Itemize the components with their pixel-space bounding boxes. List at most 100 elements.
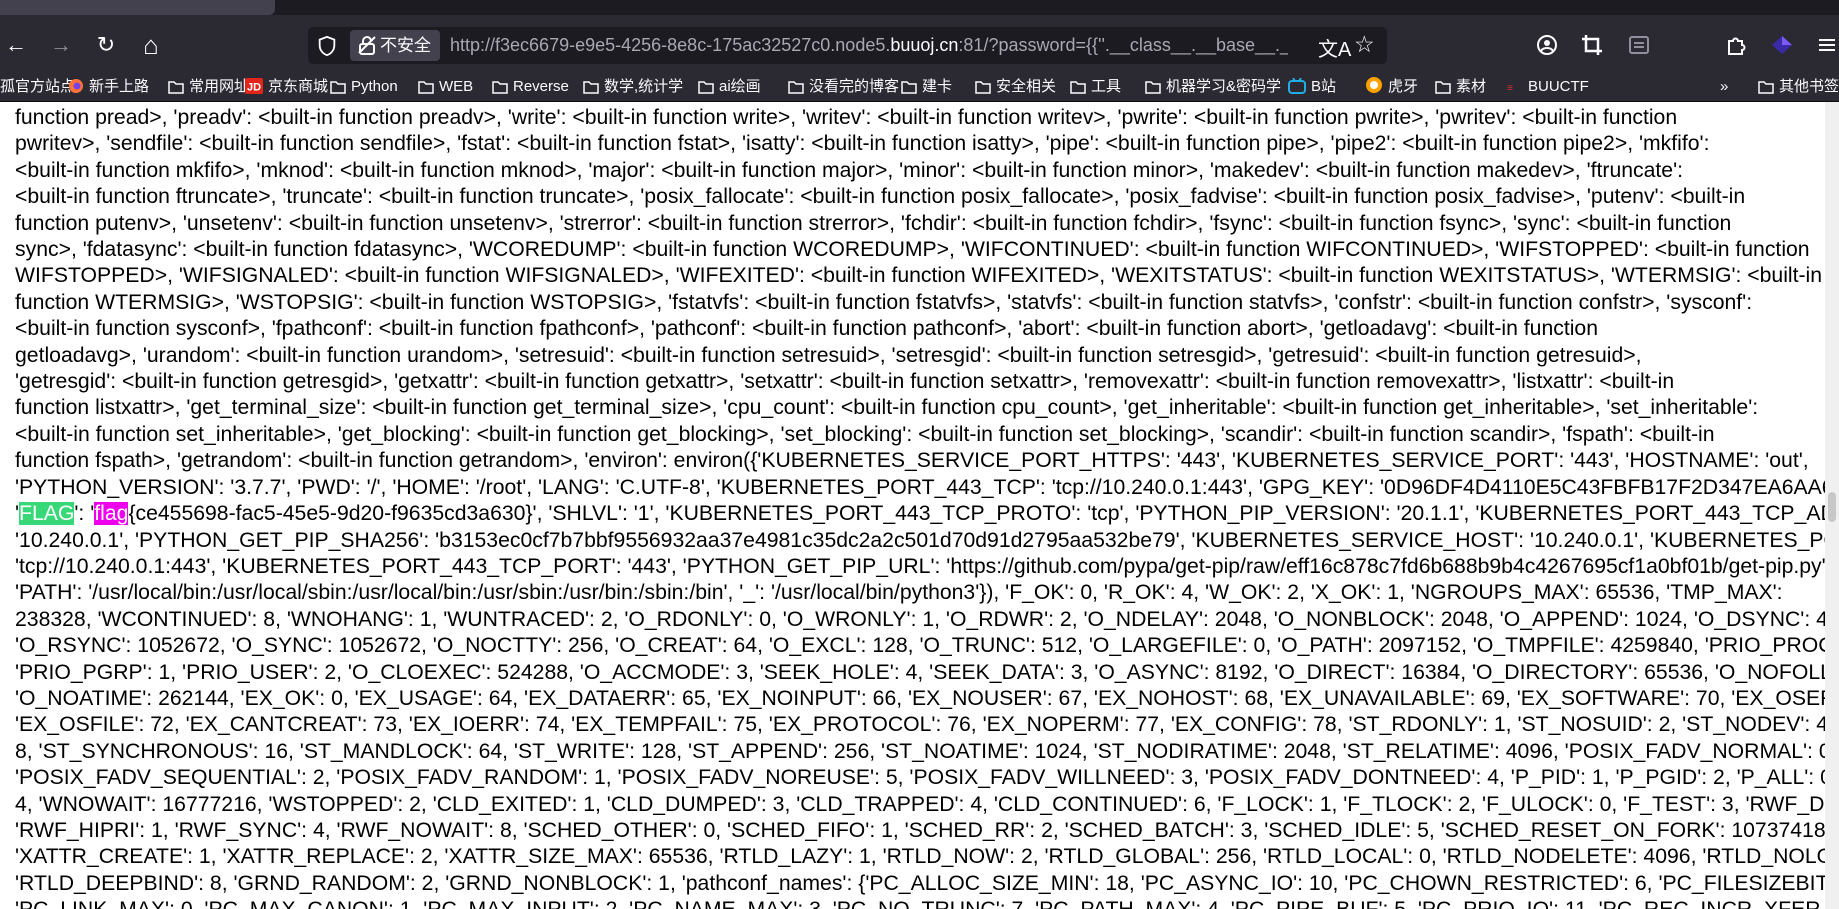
dump-line: 'tcp://10.240.0.1:443', 'KUBERNETES_PORT… <box>15 554 1825 578</box>
theme-icon[interactable] <box>1767 30 1797 60</box>
find-highlight-flag-upper: FLAG <box>19 502 75 526</box>
dump-line: '10.240.0.1', 'PYTHON_GET_PIP_SHA256': '… <box>15 528 1825 552</box>
bookmark-item[interactable]: 虎牙 <box>1365 75 1418 101</box>
dump-line: 'O_RSYNC': 1052672, 'O_SYNC': 1052672, '… <box>15 634 1825 658</box>
scroll-thumb[interactable] <box>1828 492 1836 522</box>
jd-icon: JD <box>245 78 263 101</box>
bookmark-label: 新手上路 <box>89 78 150 95</box>
bookmark-label: Python <box>351 78 398 95</box>
bookmark-item[interactable]: 工具 <box>1070 75 1121 101</box>
dump-line: 'PYTHON_VERSION': '3.7.7', 'PWD': '/', '… <box>15 475 1825 499</box>
account-icon[interactable] <box>1532 30 1562 60</box>
tracking-shield-icon[interactable] <box>316 35 338 57</box>
dump-line: 'PRIO_PGRP': 1, 'PRIO_USER': 2, 'O_CLOEX… <box>15 660 1825 684</box>
bookmark-label: 没看完的博客 <box>809 78 900 95</box>
crop-icon[interactable] <box>1577 30 1607 60</box>
vertical-scrollbar[interactable] <box>1825 102 1839 909</box>
bookmark-label: 其他书签 <box>1779 78 1839 95</box>
url-text[interactable]: http://f3ec6679-e9e5-4256-8e8c-175ac3252… <box>450 27 1288 64</box>
reload-button[interactable]: ↻ <box>91 30 121 60</box>
bookmark-item[interactable]: Python <box>330 75 398 101</box>
dump-line: 'getresgid': <built-in function getresgi… <box>15 370 1675 394</box>
active-tab[interactable] <box>0 0 275 15</box>
dump-line: function fspath>, 'getrandom': <built-in… <box>15 449 1809 473</box>
bookmark-item[interactable]: 没看完的博客 <box>788 75 899 101</box>
bookmark-item[interactable]: 常用网址 <box>168 75 249 101</box>
dump-line: <built-in function set_inheritable>, 'ge… <box>15 422 1715 446</box>
bookmark-item[interactable]: ai绘画 <box>698 75 761 101</box>
bookmark-item[interactable]: ≡ BUUCTF <box>1507 75 1589 101</box>
svg-text:JD: JD <box>247 82 261 94</box>
navigation-toolbar: ← → ↻ ⌂ 不安全 http://f3ec6679-e9e5-4256-8e… <box>0 15 1839 75</box>
dump-line: sync>, 'fdatasync': <built-in function f… <box>15 238 1810 262</box>
bookmark-item[interactable]: 孤官方站点 <box>0 75 75 101</box>
reload-icon: ↻ <box>96 32 116 57</box>
bookmark-item[interactable]: 安全相关 <box>975 75 1056 101</box>
folder-icon <box>1435 78 1451 101</box>
tab-strip <box>0 0 1839 15</box>
bookmark-label: ai绘画 <box>719 78 761 95</box>
dump-line: 'RTLD_DEEPBIND': 8, 'GRND_RANDOM': 2, 'G… <box>15 871 1825 895</box>
dump-line: 8, 'ST_SYNCHRONOUS': 16, 'ST_MANDLOCK': … <box>15 739 1825 763</box>
site-security-chip[interactable]: 不安全 <box>350 30 440 61</box>
bookmark-item[interactable]: 新手上路 <box>68 75 149 101</box>
extensions-icon[interactable] <box>1721 30 1751 60</box>
translate-icon[interactable]: 文A <box>1318 33 1351 62</box>
folder-icon <box>1758 78 1774 101</box>
bookmark-item[interactable]: 其他书签 <box>1758 75 1839 101</box>
insecure-label: 不安全 <box>380 36 431 55</box>
python-globals-dump: function pread>, 'preadv': <built-in fun… <box>0 102 1825 909</box>
folder-icon <box>168 78 184 101</box>
dump-line: function listxattr>, 'get_terminal_size'… <box>15 396 1759 420</box>
bookmark-item[interactable]: 素材 <box>1435 75 1486 101</box>
find-highlight-flag-lower: flag <box>94 502 129 526</box>
dump-line: 'O_NOATIME': 262144, 'EX_OK': 0, 'EX_USA… <box>15 686 1825 710</box>
folder-icon <box>698 78 714 101</box>
folder-icon <box>788 78 804 101</box>
firefox-icon <box>68 78 84 101</box>
bookmark-item[interactable]: WEB <box>418 75 473 101</box>
bookmark-label: 建卡 <box>922 78 953 95</box>
back-arrow-icon: ← <box>5 32 27 57</box>
bookmark-label: 数学,统计学 <box>604 78 684 95</box>
forward-button[interactable]: → <box>46 30 76 60</box>
bookmark-label: WEB <box>439 78 474 95</box>
dump-line: getloadavg>, 'urandom': <built-in functi… <box>15 343 1642 367</box>
url-bar[interactable]: 不安全 http://f3ec6679-e9e5-4256-8e8c-175ac… <box>308 27 1387 64</box>
folder-icon <box>583 78 599 101</box>
back-button[interactable]: ← <box>1 30 31 60</box>
dump-line: <built-in function sysconf>, 'fpathconf'… <box>15 317 1598 341</box>
home-button[interactable]: ⌂ <box>136 30 166 60</box>
folder-icon <box>330 78 346 101</box>
bookmark-item[interactable]: » <box>1720 75 1728 101</box>
folder-icon <box>418 78 434 101</box>
bookmark-label: 素材 <box>1456 78 1487 95</box>
bookmark-star-icon[interactable]: ☆ <box>1354 31 1375 58</box>
bookmark-label: 孤官方站点 <box>0 78 76 95</box>
bookmark-item[interactable]: B站 <box>1288 75 1336 101</box>
bookmark-item[interactable]: Reverse <box>492 75 569 101</box>
bilibili-icon <box>1288 77 1306 101</box>
bookmark-label: 常用网址 <box>189 78 250 95</box>
dump-line: <built-in function ftruncate>, 'truncate… <box>15 185 1746 209</box>
bookmark-item[interactable]: 机器学习&密码学 <box>1145 75 1281 101</box>
bookmark-label: » <box>1720 78 1729 95</box>
reader-icon[interactable] <box>1624 30 1654 60</box>
url-host: buuoj.cn <box>890 35 959 55</box>
page-content: function pread>, 'preadv': <built-in fun… <box>0 102 1825 909</box>
menu-icon[interactable] <box>1812 30 1839 60</box>
browser-window: ← → ↻ ⌂ 不安全 http://f3ec6679-e9e5-4256-8e… <box>0 0 1839 909</box>
buuctf-icon: ≡ <box>1507 78 1523 101</box>
folder-icon <box>975 78 991 101</box>
bookmark-label: BUUCTF <box>1528 78 1589 95</box>
dump-line: WIFSTOPPED>, 'WIFSIGNALED': <built-in fu… <box>15 264 1823 288</box>
dump-line: 'PATH': '/usr/local/bin:/usr/local/sbin:… <box>15 581 1783 605</box>
svg-text:≡: ≡ <box>1507 83 1513 94</box>
dump-line: function putenv>, 'unsetenv': <built-in … <box>15 211 1732 235</box>
bookmark-item[interactable]: JD 京东商城 <box>245 75 328 101</box>
bookmark-item[interactable]: 数学,统计学 <box>583 75 683 101</box>
dump-line: <built-in function mkfifo>, 'mknod': <bu… <box>15 158 1683 182</box>
bookmark-item[interactable]: 建卡 <box>901 75 952 101</box>
dump-line: 'FLAG': 'flag{ce455698-fac5-45e5-9d20-f9… <box>15 502 1825 526</box>
url-prefix: http://f3ec6679-e9e5-4256-8e8c-175ac3252… <box>450 35 891 55</box>
